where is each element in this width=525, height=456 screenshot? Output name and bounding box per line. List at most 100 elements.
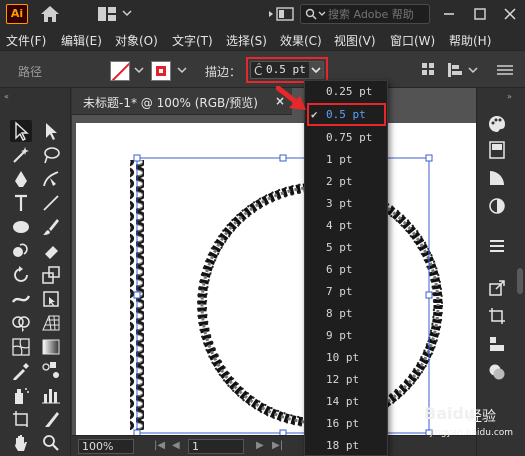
magic-wand-tool[interactable] [10,144,32,166]
stroke-option[interactable]: 2 pt [305,171,387,193]
blend-tool[interactable] [40,360,62,382]
align-icon[interactable] [446,61,464,79]
last-artboard-icon[interactable]: ▶| [272,440,283,451]
stroke-option[interactable]: 8 pt [305,303,387,325]
menu-help[interactable]: 帮助(H) [449,32,491,49]
stroke-option[interactable]: 18 pt [305,435,387,455]
gradient-panel-icon[interactable] [487,168,507,188]
previous-artboard-icon[interactable]: ◀ [172,440,180,451]
eyedropper-icon [13,363,29,380]
menu-view[interactable]: 视图(V) [334,32,376,49]
stroke-option[interactable]: 4 pt [305,215,387,237]
menu-window[interactable]: 窗口(W) [390,32,435,49]
stroke-option[interactable]: 7 pt [305,281,387,303]
artboard-number-field[interactable]: 1 [188,439,244,454]
stroke-swatch[interactable] [151,61,171,81]
magic-wand-icon [13,147,29,163]
stroke-option[interactable]: 0.25 pt [305,81,387,103]
shape-builder-tool[interactable] [10,312,32,334]
rotate-tool[interactable] [10,264,32,286]
paintbrush-tool[interactable] [40,216,62,238]
maximize-icon[interactable] [470,4,490,24]
expand-panels-icon[interactable]: » [507,92,512,101]
help-search-box[interactable] [300,4,430,24]
transparency-icon[interactable] [487,196,507,216]
free-transform-tool[interactable] [40,288,62,310]
lasso-tool[interactable] [40,144,62,166]
workspace-layout-icon[interactable] [97,6,117,22]
scrollbar-thumb[interactable] [517,268,523,294]
stroke-weight-spinner[interactable]: Ĉ [254,64,262,78]
artwork-canvas[interactable] [76,123,476,437]
export-icon[interactable] [487,278,507,298]
fill-swatch[interactable] [110,61,130,81]
line-segment-tool[interactable] [40,192,62,214]
chevron-down-icon[interactable] [177,66,187,74]
perspective-grid-tool[interactable] [40,312,62,334]
stroke-option[interactable]: 14 pt [305,391,387,413]
stroke-option[interactable]: 1 pt [305,149,387,171]
chevron-down-icon[interactable] [122,9,132,17]
curvature-tool[interactable] [40,168,62,190]
artboard[interactable] [76,123,476,437]
gradient-tool[interactable] [40,336,62,358]
selection-tool[interactable] [10,120,32,142]
hand-tool[interactable] [10,432,32,454]
transform-icon[interactable] [487,306,507,326]
zoom-level-field[interactable]: 100% [78,439,134,454]
menu-type[interactable]: 文字(T) [172,32,213,49]
symbol-sprayer-tool[interactable] [10,384,32,406]
direct-selection-icon [46,123,57,140]
stroke-weight-dropdown-button[interactable] [309,62,323,78]
type-tool[interactable] [10,192,32,214]
shaper-tool[interactable] [10,240,32,262]
color-guide-icon[interactable] [487,140,507,160]
direct-selection-tool[interactable] [40,120,62,142]
menu-edit[interactable]: 编辑(E) [61,32,102,49]
slice-tool[interactable] [40,408,62,430]
collapse-panel-icon[interactable]: « [4,92,9,101]
stroke-option[interactable]: 0.75 pt [305,127,387,149]
home-icon[interactable] [40,5,60,23]
pathfinder-icon[interactable] [487,362,507,382]
stroke-option[interactable]: 16 pt [305,413,387,435]
mesh-tool[interactable] [10,336,32,358]
stroke-panel-icon[interactable] [487,236,507,256]
document-tab[interactable]: 未标题-1* @ 100% (RGB/预览) × [72,88,292,115]
menu-effect[interactable]: 效果(C) [280,32,322,49]
help-search-input[interactable] [328,6,428,22]
curvature-icon [43,171,59,187]
chevron-down-icon[interactable] [468,66,478,74]
column-graph-tool[interactable] [40,384,62,406]
ellipse-tool[interactable] [10,216,32,238]
stroke-option[interactable]: 10 pt [305,347,387,369]
color-palette-icon[interactable] [487,114,507,134]
window-icon[interactable] [276,7,294,21]
align-panel-icon[interactable] [487,334,507,354]
menu-file[interactable]: 文件(F) [6,32,46,49]
minimize-icon[interactable] [439,4,459,24]
pen-tool[interactable] [10,168,32,190]
scale-tool[interactable] [40,264,62,286]
eyedropper-tool[interactable] [10,360,32,382]
stroke-option[interactable]: 5 pt [305,237,387,259]
zoom-tool[interactable] [40,432,62,454]
artboard-tool[interactable] [10,408,32,430]
chevron-down-icon[interactable] [134,66,144,74]
panel-menu-icon[interactable] [496,65,514,75]
stroke-option[interactable]: 12 pt [305,369,387,391]
eraser-tool[interactable] [40,240,62,262]
stroke-weight-value[interactable]: 0.5 pt [266,63,306,76]
first-artboard-icon[interactable]: |◀ [154,440,165,451]
stroke-option[interactable]: 6 pt [305,259,387,281]
stroke-option[interactable]: 9 pt [305,325,387,347]
menu-object[interactable]: 对象(O) [115,32,158,49]
arrange-arrow-icon[interactable] [268,10,274,18]
menu-select[interactable]: 选择(S) [226,32,267,49]
width-tool[interactable] [10,288,32,310]
next-artboard-icon[interactable]: ▶ [256,440,264,451]
stroke-option[interactable]: 3 pt [305,193,387,215]
slice-icon [45,412,59,427]
select-similar-icon[interactable] [420,61,436,77]
close-icon[interactable] [500,4,520,24]
